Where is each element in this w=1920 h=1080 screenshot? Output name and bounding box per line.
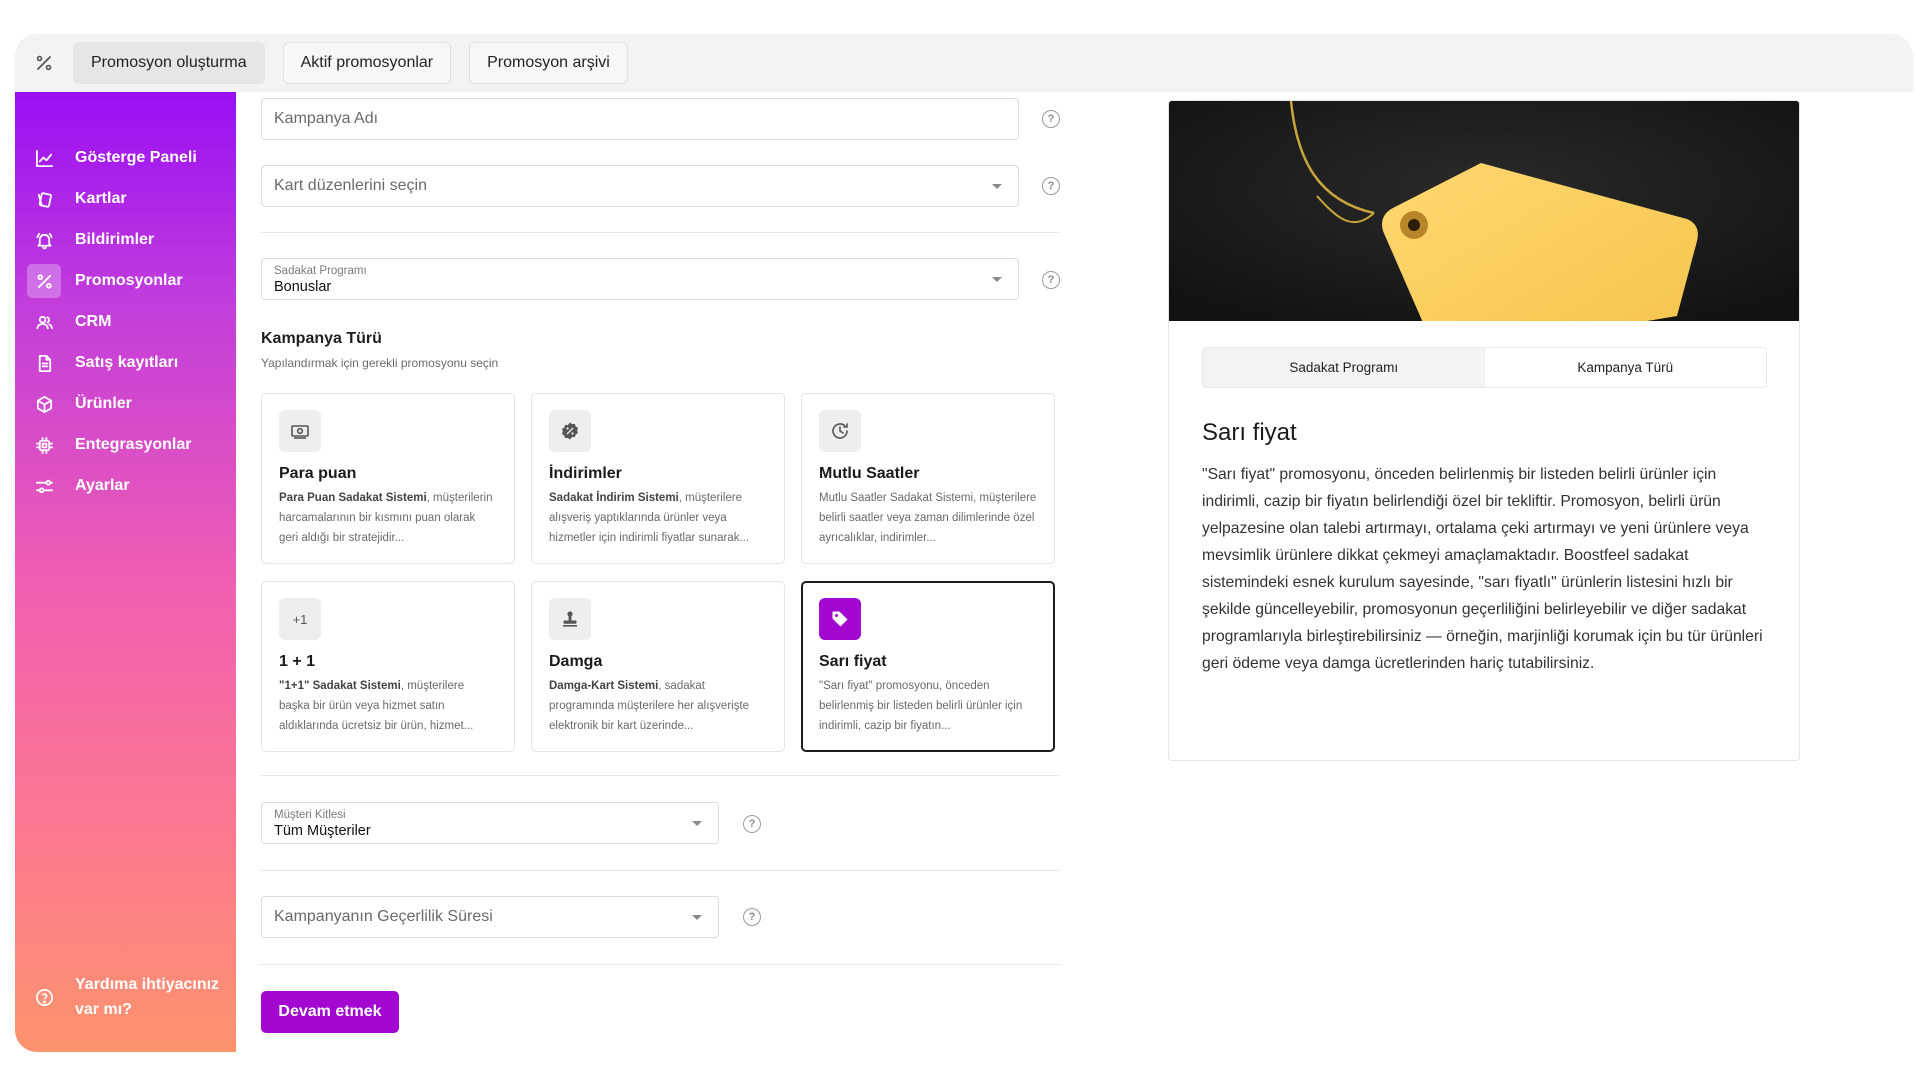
app-window: Promosyon oluşturma Aktif promosyonlar P… [15, 34, 1913, 1052]
sidebar-item-label: Bildirimler [75, 231, 155, 248]
card-layouts-placeholder: Kart düzenlerini seçin [274, 177, 427, 194]
divider [261, 775, 1059, 776]
help-icon[interactable]: ? [1042, 177, 1060, 195]
sidebar-item-settings[interactable]: Ayarlar [27, 469, 225, 503]
card-description: Damga-Kart Sistemi, sadakat programında … [549, 680, 750, 732]
preview-panel: Sadakat Programı Kampanya Türü Sarı fiya… [1168, 100, 1800, 761]
loyalty-program-select[interactable]: Sadakat Programı Bonuslar [261, 258, 1019, 300]
sidebar-item-label: Ürünler [75, 395, 132, 412]
tag-icon [819, 598, 861, 640]
chip-icon [27, 428, 61, 462]
campaign-name-input[interactable]: Kampanya Adı [261, 98, 1019, 140]
tab-create-promotion[interactable]: Promosyon oluşturma [73, 42, 265, 84]
divider [261, 964, 1059, 965]
sidebar-item-crm[interactable]: CRM [27, 305, 225, 339]
divider [261, 232, 1059, 233]
validity-period-select[interactable]: Kampanyanın Geçerlilik Süresi [261, 896, 719, 938]
clock-icon [819, 410, 861, 452]
sidebar-item-label: Gösterge Paneli [75, 149, 197, 166]
card-description: Mutlu Saatler Sadakat Sistemi, müşterile… [819, 492, 1037, 544]
card-title: Mutlu Saatler [819, 465, 920, 482]
continue-button[interactable]: Devam etmek [261, 991, 399, 1033]
promo-card-cashback[interactable]: Para puan Para Puan Sadakat Sistemi, müş… [261, 393, 515, 564]
sidebar-item-products[interactable]: Ürünler [27, 387, 225, 421]
sidebar-item-integrations[interactable]: Entegrasyonlar [27, 428, 225, 462]
chevron-down-icon [992, 184, 1002, 189]
sidebar-item-label: CRM [75, 313, 112, 330]
help-label: Yardıma ihtiyacınız var mı? [75, 976, 220, 1018]
cash-icon [279, 410, 321, 452]
percent-icon [27, 264, 61, 298]
help-icon[interactable]: ? [1042, 110, 1060, 128]
sidebar-item-promotions[interactable]: Promosyonlar [27, 264, 225, 298]
chevron-down-icon [992, 277, 1002, 282]
promo-card-happy-hours[interactable]: Mutlu Saatler Mutlu Saatler Sadakat Sist… [801, 393, 1055, 564]
cards-icon [27, 182, 61, 216]
promo-card-stamp[interactable]: Damga Damga-Kart Sistemi, sadakat progra… [531, 581, 785, 752]
loyalty-program-value: Bonuslar [274, 278, 332, 295]
help-link[interactable]: Yardıma ihtiyacınız var mı? [27, 972, 227, 1022]
box-icon [27, 387, 61, 421]
validity-period-placeholder: Kampanyanın Geçerlilik Süresi [274, 908, 493, 925]
card-layouts-select[interactable]: Kart düzenlerini seçin [261, 165, 1019, 207]
chart-line-icon [27, 141, 61, 175]
help-icon[interactable]: ? [743, 908, 761, 926]
yellow-tag-image [1169, 101, 1799, 321]
sidebar-item-label: Ayarlar [75, 477, 130, 494]
stamp-icon [549, 598, 591, 640]
top-tab-bar: Promosyon oluşturma Aktif promosyonlar P… [15, 34, 1913, 92]
sidebar-item-label: Entegrasyonlar [75, 436, 192, 453]
sidebar-item-label: Kartlar [75, 190, 127, 207]
sidebar-item-sales-records[interactable]: Satış kayıtları [27, 346, 225, 380]
question-circle-icon [27, 980, 61, 1014]
audience-value: Tüm Müşteriler [274, 822, 371, 839]
bell-icon [27, 223, 61, 257]
card-title: Sarı fiyat [819, 653, 887, 670]
loyalty-program-label: Sadakat Programı [274, 264, 367, 277]
percent-icon [15, 34, 73, 92]
plus-one-icon: +1 [279, 598, 321, 640]
preview-segmented-control: Sadakat Programı Kampanya Türü [1202, 347, 1767, 388]
tab-promotion-archive[interactable]: Promosyon arşivi [469, 42, 628, 84]
campaign-type-subtitle: Yapılandırmak için gerekli promosyonu se… [261, 356, 499, 370]
sidebar-item-dashboard[interactable]: Gösterge Paneli [27, 141, 225, 175]
divider [261, 870, 1059, 871]
sidebar-item-notifications[interactable]: Bildirimler [27, 223, 225, 257]
card-title: İndirimler [549, 465, 622, 482]
document-icon [27, 346, 61, 380]
discount-badge-icon [549, 410, 591, 452]
sidebar-item-cards[interactable]: Kartlar [27, 182, 225, 216]
audience-select[interactable]: Müşteri Kitlesi Tüm Müşteriler [261, 802, 719, 844]
chevron-down-icon [692, 915, 702, 920]
card-description: "1+1" Sadakat Sistemi, müşterilere başka… [279, 680, 474, 732]
preview-title: Sarı fiyat [1202, 419, 1297, 446]
promo-card-discounts[interactable]: İndirimler Sadakat İndirim Sistemi, müşt… [531, 393, 785, 564]
card-description: "Sarı fiyat" promosyonu, önceden belirle… [819, 680, 1023, 732]
card-title: Para puan [279, 465, 357, 482]
segment-campaign-type[interactable]: Kampanya Türü [1484, 348, 1766, 387]
tab-active-promotions[interactable]: Aktif promosyonlar [282, 42, 452, 84]
campaign-name-placeholder: Kampanya Adı [274, 110, 379, 127]
sidebar-item-label: Satış kayıtları [75, 354, 179, 371]
promo-card-yellow-price[interactable]: Sarı fiyat "Sarı fiyat" promosyonu, önce… [801, 581, 1055, 752]
card-description: Para Puan Sadakat Sistemi, müşterilerin … [279, 492, 493, 544]
users-icon [27, 305, 61, 339]
chevron-down-icon [692, 821, 702, 826]
segment-loyalty-program[interactable]: Sadakat Programı [1203, 348, 1485, 387]
audience-label: Müşteri Kitlesi [274, 808, 346, 821]
campaign-type-title: Kampanya Türü [261, 330, 382, 347]
sidebar: Gösterge Paneli Kartlar Bildirimler Prom… [15, 92, 236, 1052]
card-title: 1 + 1 [279, 653, 316, 670]
preview-description: "Sarı fiyat" promosyonu, önceden belirle… [1202, 466, 1763, 672]
sliders-icon [27, 469, 61, 503]
card-title: Damga [549, 653, 603, 670]
help-icon[interactable]: ? [743, 815, 761, 833]
sidebar-item-label: Promosyonlar [75, 272, 183, 289]
card-description: Sadakat İndirim Sistemi, müşterilere alı… [549, 492, 750, 544]
promo-card-one-plus-one[interactable]: +1 1 + 1 "1+1" Sadakat Sistemi, müşteril… [261, 581, 515, 752]
help-icon[interactable]: ? [1042, 271, 1060, 289]
